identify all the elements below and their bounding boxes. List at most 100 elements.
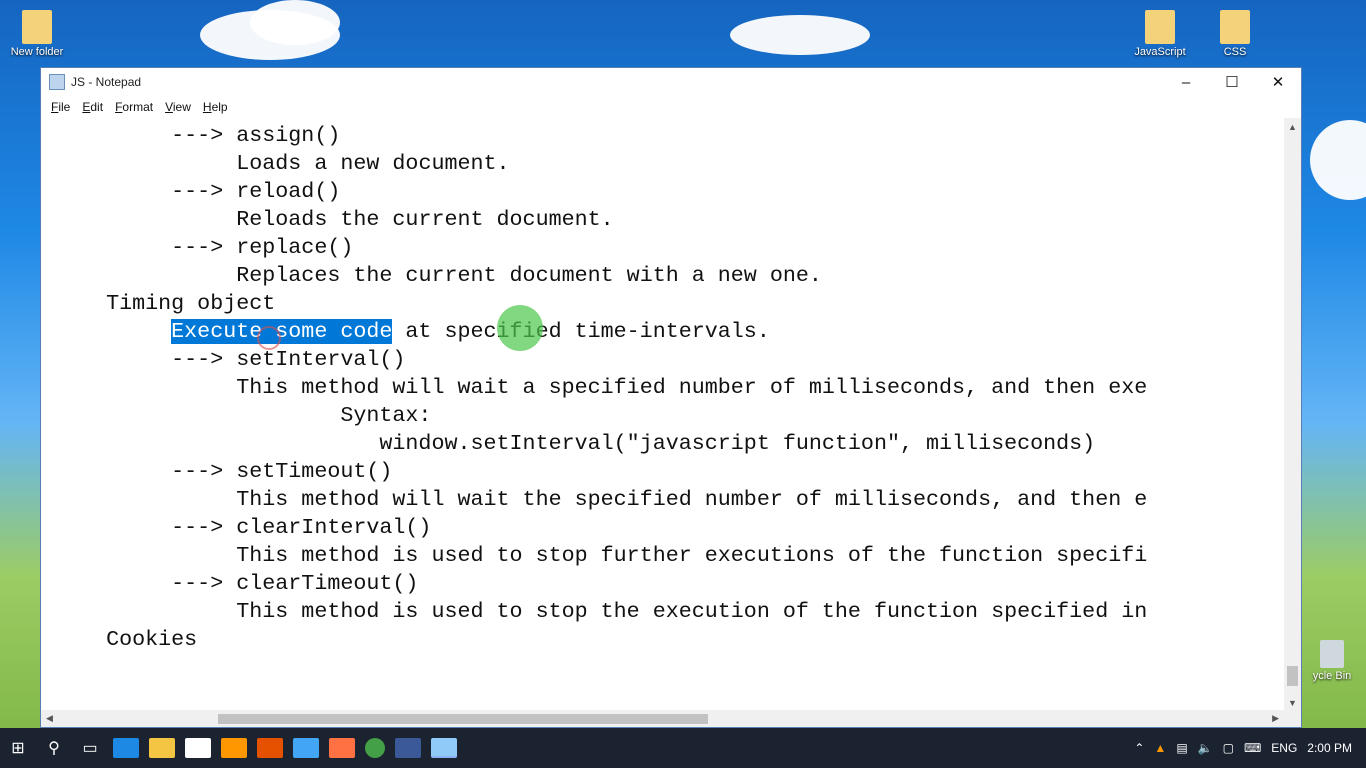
horizontal-scrollbar[interactable]: ◀ ▶: [41, 710, 1284, 727]
selected-text: Execute some code: [171, 319, 393, 344]
task-view-icon[interactable]: ▭: [72, 728, 108, 768]
text-line: ---> setTimeout(): [41, 458, 1284, 486]
menu-file[interactable]: File: [45, 100, 76, 114]
desktop-icon-label: ycle Bin: [1312, 670, 1352, 682]
line-text: Replaces the current document with a new…: [236, 263, 822, 288]
volume-icon[interactable]: 🔈: [1198, 741, 1213, 755]
text-line: ---> replace(): [41, 234, 1284, 262]
text-line: Execute some code at specified time-inte…: [41, 318, 1284, 346]
text-line: This method is used to stop the executio…: [41, 598, 1284, 626]
text-line: Replaces the current document with a new…: [41, 262, 1284, 290]
line-text: This method will wait a specified number…: [236, 375, 1148, 400]
scroll-down-icon[interactable]: ▼: [1288, 698, 1297, 708]
text-editor[interactable]: ---> assign() Loads a new document. --->…: [41, 118, 1284, 710]
line-text: This method is used to stop further exec…: [236, 543, 1148, 568]
language-indicator[interactable]: ENG: [1271, 741, 1297, 755]
vlc-icon[interactable]: ▲: [1154, 741, 1166, 755]
chrome-icon[interactable]: [365, 738, 385, 758]
vertical-scroll-thumb[interactable]: [1287, 666, 1298, 686]
store-icon[interactable]: [185, 738, 211, 758]
line-text: at specified time-intervals.: [392, 319, 770, 344]
close-button[interactable]: ✕: [1255, 68, 1301, 96]
text-line: ---> clearInterval(): [41, 514, 1284, 542]
menu-edit[interactable]: Edit: [76, 100, 109, 114]
text-line: ---> reload(): [41, 178, 1284, 206]
clock[interactable]: 2:00 PM: [1307, 741, 1352, 755]
keyboard-icon[interactable]: ⌨: [1244, 741, 1261, 755]
line-text: Loads a new document.: [236, 151, 510, 176]
notifications-icon[interactable]: ▢: [1223, 741, 1234, 755]
line-text: ---> clearInterval(): [171, 515, 432, 540]
line-text: Cookies: [106, 627, 198, 652]
line-text: Syntax:: [340, 403, 432, 428]
line-text: Timing object: [106, 291, 276, 316]
paint-icon[interactable]: [329, 738, 355, 758]
window-title: JS - Notepad: [71, 75, 142, 89]
horizontal-scroll-thumb[interactable]: [218, 714, 708, 724]
desktop-icon-new-folder[interactable]: New folder: [5, 10, 69, 58]
chevron-up-icon[interactable]: ⌃: [1134, 741, 1144, 755]
text-line: Cookies: [41, 626, 1284, 654]
app-icon[interactable]: [293, 738, 319, 758]
recycle-bin-icon: [1320, 640, 1344, 668]
text-line: This method is used to stop further exec…: [41, 542, 1284, 570]
desktop-icon-label: New folder: [10, 46, 64, 58]
text-line: This method will wait a specified number…: [41, 374, 1284, 402]
mouse-cursor-highlight: [497, 305, 543, 351]
scroll-up-icon[interactable]: ▲: [1288, 122, 1297, 132]
text-line: Syntax:: [41, 402, 1284, 430]
click-indicator: [257, 326, 281, 350]
desktop-icon-recycle-bin[interactable]: ycle Bin: [1302, 640, 1362, 682]
scroll-left-icon[interactable]: ◀: [46, 713, 53, 724]
text-line: ---> clearTimeout(): [41, 570, 1284, 598]
start-button[interactable]: ⊞: [0, 728, 36, 768]
menu-help[interactable]: Help: [197, 100, 234, 114]
cloud: [730, 15, 870, 55]
line-text: ---> reload(): [171, 179, 341, 204]
text-line: Reloads the current document.: [41, 206, 1284, 234]
folder-icon: [1145, 10, 1175, 44]
line-text: ---> setInterval(): [171, 347, 406, 372]
title-bar[interactable]: JS - Notepad – ☐ ✕: [41, 68, 1301, 96]
folder-icon: [22, 10, 52, 44]
vertical-scrollbar[interactable]: ▲ ▼: [1284, 118, 1301, 710]
menu-view[interactable]: View: [159, 100, 197, 114]
desktop-icon-css[interactable]: CSS: [1203, 10, 1267, 58]
facebook-icon[interactable]: [395, 738, 421, 758]
cloud: [1310, 120, 1366, 200]
network-icon[interactable]: ▤: [1176, 741, 1187, 755]
line-text: ---> setTimeout(): [171, 459, 393, 484]
edge-icon[interactable]: [113, 738, 139, 758]
search-icon[interactable]: ⚲: [36, 728, 72, 768]
firefox-icon[interactable]: [257, 738, 283, 758]
desktop-icon-javascript[interactable]: JavaScript: [1128, 10, 1192, 58]
desktop-icon-label: JavaScript: [1134, 46, 1186, 58]
media-player-icon[interactable]: [221, 738, 247, 758]
notepad-taskbar-icon[interactable]: [431, 738, 457, 758]
file-explorer-icon[interactable]: [149, 738, 175, 758]
line-text: Reloads the current document.: [236, 207, 614, 232]
maximize-button[interactable]: ☐: [1209, 68, 1255, 96]
minimize-button[interactable]: –: [1163, 68, 1209, 96]
desktop-icon-label: CSS: [1223, 46, 1247, 58]
text-line: Timing object: [41, 290, 1284, 318]
text-line: This method will wait the specified numb…: [41, 486, 1284, 514]
folder-icon: [1220, 10, 1250, 44]
scroll-right-icon[interactable]: ▶: [1272, 713, 1279, 724]
notepad-icon: [49, 74, 65, 90]
cloud: [250, 0, 340, 45]
menu-format[interactable]: Format: [109, 100, 159, 114]
